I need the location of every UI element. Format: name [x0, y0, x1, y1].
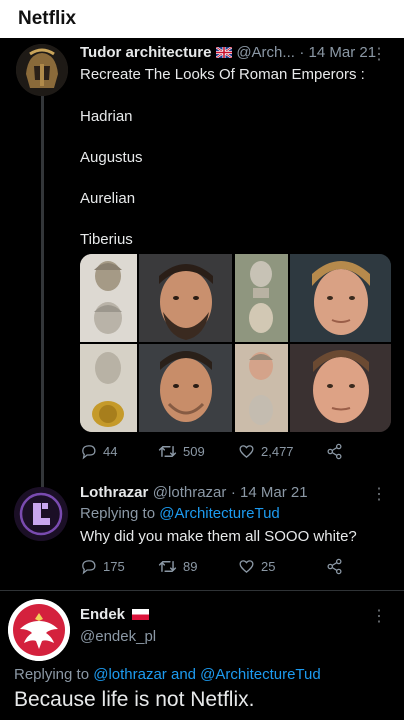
retweet-button[interactable]: 89 — [158, 558, 238, 575]
replying-prefix: Replying to — [14, 666, 90, 683]
image-aurelian-face[interactable] — [139, 344, 232, 432]
image-aurelian-bust[interactable] — [80, 344, 137, 432]
share-icon — [327, 443, 342, 460]
emperor-item: Augustus — [80, 149, 143, 166]
replying-to-line: Replying to @lothrazar and @Architecture… — [14, 666, 321, 683]
reply-icon — [82, 445, 96, 460]
tweet-text: Why did you make them all SOOO white? — [80, 528, 357, 545]
avatar-lothrazar[interactable] — [14, 487, 68, 541]
replying-prefix: Replying to — [80, 505, 156, 522]
tweet-1-actions: 44 509 2,477 — [80, 443, 370, 460]
tweet-2-actions: 175 89 25 — [80, 558, 370, 575]
reply-button[interactable]: 175 — [80, 558, 158, 575]
retweet-button[interactable]: 509 — [158, 443, 238, 460]
retweet-icon — [158, 446, 177, 457]
image-tiberius-face[interactable] — [290, 344, 391, 432]
more-options-icon[interactable]: ⋮ — [371, 44, 387, 64]
retweet-count: 509 — [183, 444, 205, 459]
tweet-date[interactable]: · 14 Mar 21 — [299, 44, 376, 61]
like-count: 2,477 — [261, 444, 294, 459]
avatar-tudor[interactable] — [16, 44, 68, 96]
tweet-text: Recreate The Looks Of Roman Emperors : — [80, 66, 365, 83]
retweet-count: 89 — [183, 559, 198, 574]
heart-icon — [239, 445, 254, 458]
tweet-date[interactable]: · 14 Mar 21 — [231, 484, 308, 501]
header-bar: Netflix — [0, 0, 404, 38]
avatar-endek[interactable] — [8, 599, 70, 661]
author-name[interactable]: Lothrazar — [80, 484, 148, 501]
mention-link[interactable]: @lothrazar and @ArchitectureTud — [93, 666, 321, 683]
divider — [0, 590, 404, 591]
reply-icon — [82, 560, 96, 575]
tweet-text: Because life is not Netflix. — [14, 688, 255, 711]
media-grid[interactable] — [80, 254, 391, 432]
image-hadrian-face[interactable] — [139, 254, 232, 342]
emperor-item: Hadrian — [80, 108, 133, 125]
like-count: 25 — [261, 559, 276, 574]
poland-flag-icon — [132, 609, 150, 620]
emperor-item: Tiberius — [80, 231, 133, 248]
header-title: Netflix — [18, 8, 77, 29]
more-options-icon[interactable]: ⋮ — [371, 484, 387, 504]
like-button[interactable]: 25 — [238, 558, 326, 575]
reply-count: 44 — [103, 444, 118, 459]
emperor-item: Aurelian — [80, 190, 136, 207]
image-tiberius-bust[interactable] — [235, 344, 288, 432]
share-icon — [327, 558, 342, 575]
author-handle[interactable]: @Arch... — [236, 44, 295, 61]
image-augustus-bust[interactable] — [235, 254, 288, 342]
replying-to-line: Replying to @ArchitectureTud — [80, 505, 280, 522]
retweet-icon — [158, 561, 177, 572]
share-button[interactable] — [326, 558, 349, 575]
uk-flag-icon — [215, 46, 233, 59]
share-button[interactable] — [326, 443, 349, 460]
image-augustus-face[interactable] — [290, 254, 391, 342]
heart-icon — [239, 560, 254, 573]
more-options-icon[interactable]: ⋮ — [371, 606, 387, 626]
author-handle[interactable]: @lothrazar — [153, 484, 227, 501]
author-name[interactable]: Tudor architecture — [80, 44, 211, 61]
reply-button[interactable]: 44 — [80, 443, 158, 460]
like-button[interactable]: 2,477 — [238, 443, 326, 460]
reply-count: 175 — [103, 559, 125, 574]
letter-l-logo-icon — [14, 487, 68, 541]
author-handle[interactable]: @endek_pl — [80, 628, 156, 645]
mention-link[interactable]: @ArchitectureTud — [159, 505, 280, 522]
author-name[interactable]: Endek — [80, 606, 125, 623]
thread-connector — [41, 94, 44, 496]
image-hadrian-bust[interactable] — [80, 254, 137, 342]
helmet-icon — [16, 44, 68, 96]
white-eagle-emblem-icon — [8, 599, 70, 661]
